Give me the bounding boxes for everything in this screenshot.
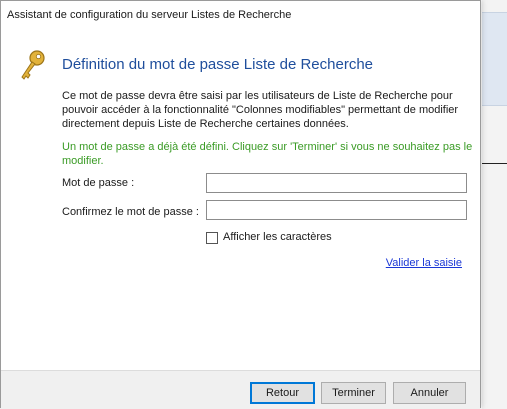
confirm-password-input[interactable] <box>207 204 466 222</box>
background-app-toolbar <box>482 12 507 106</box>
validate-entry-link[interactable]: Valider la saisie <box>386 257 462 269</box>
background-app-strip <box>482 0 507 409</box>
password-field-frame <box>206 173 467 195</box>
password-already-set-notice: Un mot de passe a déjà été défini. Cliqu… <box>62 141 473 167</box>
background-app-line <box>482 163 507 164</box>
page-title: Définition du mot de passe Liste de Rech… <box>62 56 374 73</box>
description-block: Ce mot de passe devra être saisi par les… <box>62 89 472 131</box>
description-text: Ce mot de passe devra être saisi par les… <box>62 90 459 130</box>
cancel-button[interactable]: Annuler <box>393 382 466 404</box>
back-button[interactable]: Retour <box>250 382 315 404</box>
password-label: Mot de passe : <box>62 177 135 189</box>
key-icon <box>21 50 45 80</box>
window-title: Assistant de configuration du serveur Li… <box>7 9 292 21</box>
show-characters-checkbox[interactable] <box>206 232 218 244</box>
show-characters-label[interactable]: Afficher les caractères <box>223 231 332 243</box>
dialog-footer: Retour Terminer Annuler <box>1 370 480 409</box>
setup-wizard-dialog: Assistant de configuration du serveur Li… <box>0 0 481 409</box>
confirm-password-field-frame <box>206 200 467 222</box>
password-input[interactable] <box>207 177 466 195</box>
finish-button[interactable]: Terminer <box>321 382 386 404</box>
confirm-password-label: Confirmez le mot de passe : <box>62 206 199 218</box>
